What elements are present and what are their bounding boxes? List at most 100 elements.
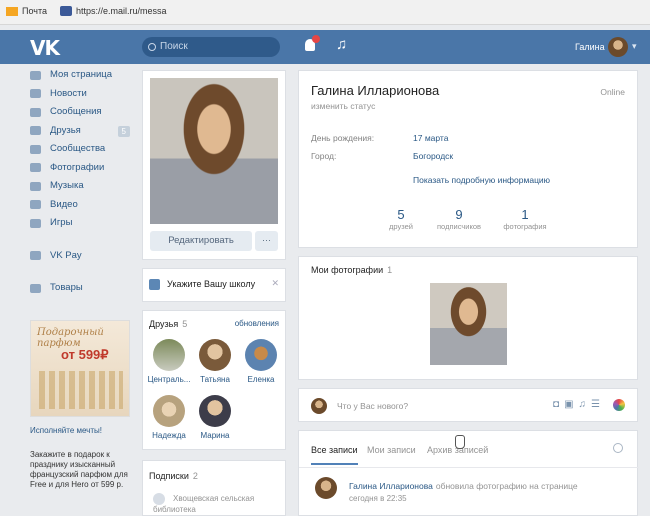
my-photos-block: Мои фотографии 1 — [298, 256, 638, 380]
avatar — [245, 339, 277, 371]
video-icon[interactable]: ▣ — [564, 399, 578, 410]
city-value[interactable]: Богородск — [413, 151, 453, 161]
sidebar-item-goods[interactable]: Товары — [30, 279, 130, 298]
notifications-bell-icon[interactable] — [305, 35, 320, 51]
sidebar-item-vkpay[interactable]: VK Pay — [30, 247, 130, 266]
birthday-row: День рождения: 17 марта — [311, 133, 448, 143]
tab-my-posts[interactable]: Мои записи — [367, 445, 416, 455]
friend-item[interactable]: Еленка — [239, 339, 283, 384]
post-time[interactable]: сегодня в 22:35 — [349, 494, 407, 503]
post-input-placeholder[interactable]: Что у Вас нового? — [337, 401, 408, 411]
sidebar-item-messages[interactable]: Сообщения — [30, 103, 130, 122]
mouse-cursor — [455, 435, 465, 449]
browser-bar: Почта https://e.mail.ru/messa — [0, 0, 650, 25]
friends-icon — [30, 126, 41, 136]
avatar[interactable] — [315, 477, 337, 499]
tab-all-posts[interactable]: Все записи — [311, 445, 358, 465]
sidebar-item-music[interactable]: Музыка — [30, 177, 130, 196]
sidebar-item-label: Моя страница — [50, 69, 113, 80]
ad-price: от 599₽ — [61, 347, 109, 362]
friend-item[interactable]: Централь... — [147, 339, 191, 384]
sidebar-item-video[interactable]: Видео — [30, 196, 130, 215]
change-status-link[interactable]: изменить статус — [311, 101, 375, 111]
browser-tab-url[interactable]: https://e.mail.ru/messa — [60, 6, 167, 16]
friend-item[interactable]: Марина — [193, 395, 237, 440]
sidebar-item-communities[interactable]: Сообщества — [30, 140, 130, 159]
stat-photos[interactable]: 1 фотография — [495, 207, 555, 231]
more-button[interactable]: ··· — [255, 231, 278, 251]
friends-title[interactable]: Друзья 5 — [149, 319, 187, 329]
friend-item[interactable]: Татьяна — [193, 339, 237, 384]
music-icon[interactable]: ♫ — [336, 36, 347, 53]
online-status: Online — [600, 87, 625, 97]
subscriptions-title[interactable]: Подписки 2 — [149, 471, 198, 481]
header-avatar[interactable] — [608, 37, 628, 57]
chevron-down-icon[interactable]: ▾ — [632, 41, 637, 52]
sidebar-item-games[interactable]: Игры — [30, 214, 130, 233]
ad-image-text: Подарочный парфюм — [37, 327, 104, 349]
vk-logo[interactable]: VK — [30, 36, 60, 60]
sidebar-item-label: Музыка — [50, 180, 84, 191]
news-icon — [30, 89, 41, 99]
birthday-value[interactable]: 17 марта — [413, 133, 448, 143]
music-icon[interactable]: ♫ — [579, 399, 592, 410]
photo-thumbnail[interactable] — [430, 283, 507, 365]
school-prompt-card[interactable]: Укажите Вашу школу ✕ — [142, 268, 286, 302]
mail-icon — [6, 6, 18, 16]
header-user-name[interactable]: Галина — [575, 42, 605, 52]
music-icon — [30, 181, 41, 191]
friends-updates-link[interactable]: обновления — [235, 319, 279, 328]
avatar — [153, 339, 185, 371]
show-more-info-link[interactable]: Показать подробную информацию — [413, 175, 550, 185]
home-icon — [30, 70, 41, 80]
friend-name: Централь... — [147, 375, 191, 384]
friend-item[interactable]: Надежда — [147, 395, 191, 440]
list-icon[interactable]: ☰ — [591, 399, 605, 410]
friends-block: Друзья 5 обновления Централь... Татьяна Е… — [142, 310, 286, 450]
edit-profile-button[interactable]: Редактировать — [150, 231, 252, 251]
avatar — [311, 398, 327, 414]
ad-text: Закажите в подарок к празднику изысканны… — [30, 450, 128, 489]
my-photos-title[interactable]: Мои фотографии 1 — [311, 265, 392, 275]
sidebar-item-my-page[interactable]: Моя страница — [30, 66, 130, 85]
stat-followers[interactable]: 9 подписчиков — [429, 207, 489, 231]
subscription-item[interactable]: Хвощевская сельская библиотека — [153, 493, 285, 514]
sidebar-item-label: Сообщения — [50, 106, 102, 117]
communities-icon — [30, 144, 41, 154]
post-action: обновила фотографию на странице — [435, 481, 578, 491]
ad-title[interactable]: Исполняйте мечты! — [30, 426, 130, 435]
subscriptions-count: 2 — [192, 471, 198, 481]
ad-image[interactable]: Подарочный парфюм от 599₽ — [30, 320, 130, 417]
subscriptions-title-label: Подписки — [149, 471, 189, 481]
avatar — [199, 339, 231, 371]
search-icon[interactable] — [613, 443, 623, 453]
notification-dot — [312, 35, 320, 43]
post-composer[interactable]: Что у Вас нового? ◘▣♫☰ — [298, 388, 638, 422]
profile-photo[interactable] — [150, 78, 278, 224]
color-palette-icon[interactable] — [613, 399, 625, 411]
avatar — [153, 395, 185, 427]
sidebar-item-label: Друзья — [50, 124, 81, 136]
sidebar-item-news[interactable]: Новости — [30, 85, 130, 104]
search-input[interactable]: Поиск — [142, 37, 280, 57]
sidebar-item-label: Фотографии — [50, 161, 105, 173]
camera-icon[interactable]: ◘ — [553, 399, 564, 410]
stat-label: подписчиков — [437, 222, 481, 231]
goods-icon — [30, 283, 41, 293]
sidebar-item-photos[interactable]: Фотографии — [30, 159, 130, 178]
sidebar-item-friends[interactable]: Друзья 5 — [30, 122, 130, 141]
post-author[interactable]: Галина Илларионова — [349, 481, 433, 491]
left-sidebar: Моя страница Новости Сообщения Друзья 5 С… — [30, 66, 130, 298]
school-prompt-text: Укажите Вашу школу — [167, 279, 256, 289]
city-label: Город: — [311, 151, 337, 161]
birthday-label: День рождения: — [311, 133, 375, 143]
browser-tab-label: Почта — [22, 6, 47, 16]
divider — [299, 467, 639, 468]
close-icon[interactable]: ✕ — [271, 278, 279, 289]
city-row: Город: Богородск — [311, 151, 453, 161]
stat-friends[interactable]: 5 друзей — [371, 207, 431, 231]
profile-info-card: Галина Илларионова изменить статус Onlin… — [298, 70, 638, 248]
browser-tab-mail[interactable]: Почта — [6, 6, 47, 16]
friends-badge: 5 — [117, 125, 130, 137]
attach-tools[interactable]: ◘▣♫☰ — [553, 399, 605, 410]
